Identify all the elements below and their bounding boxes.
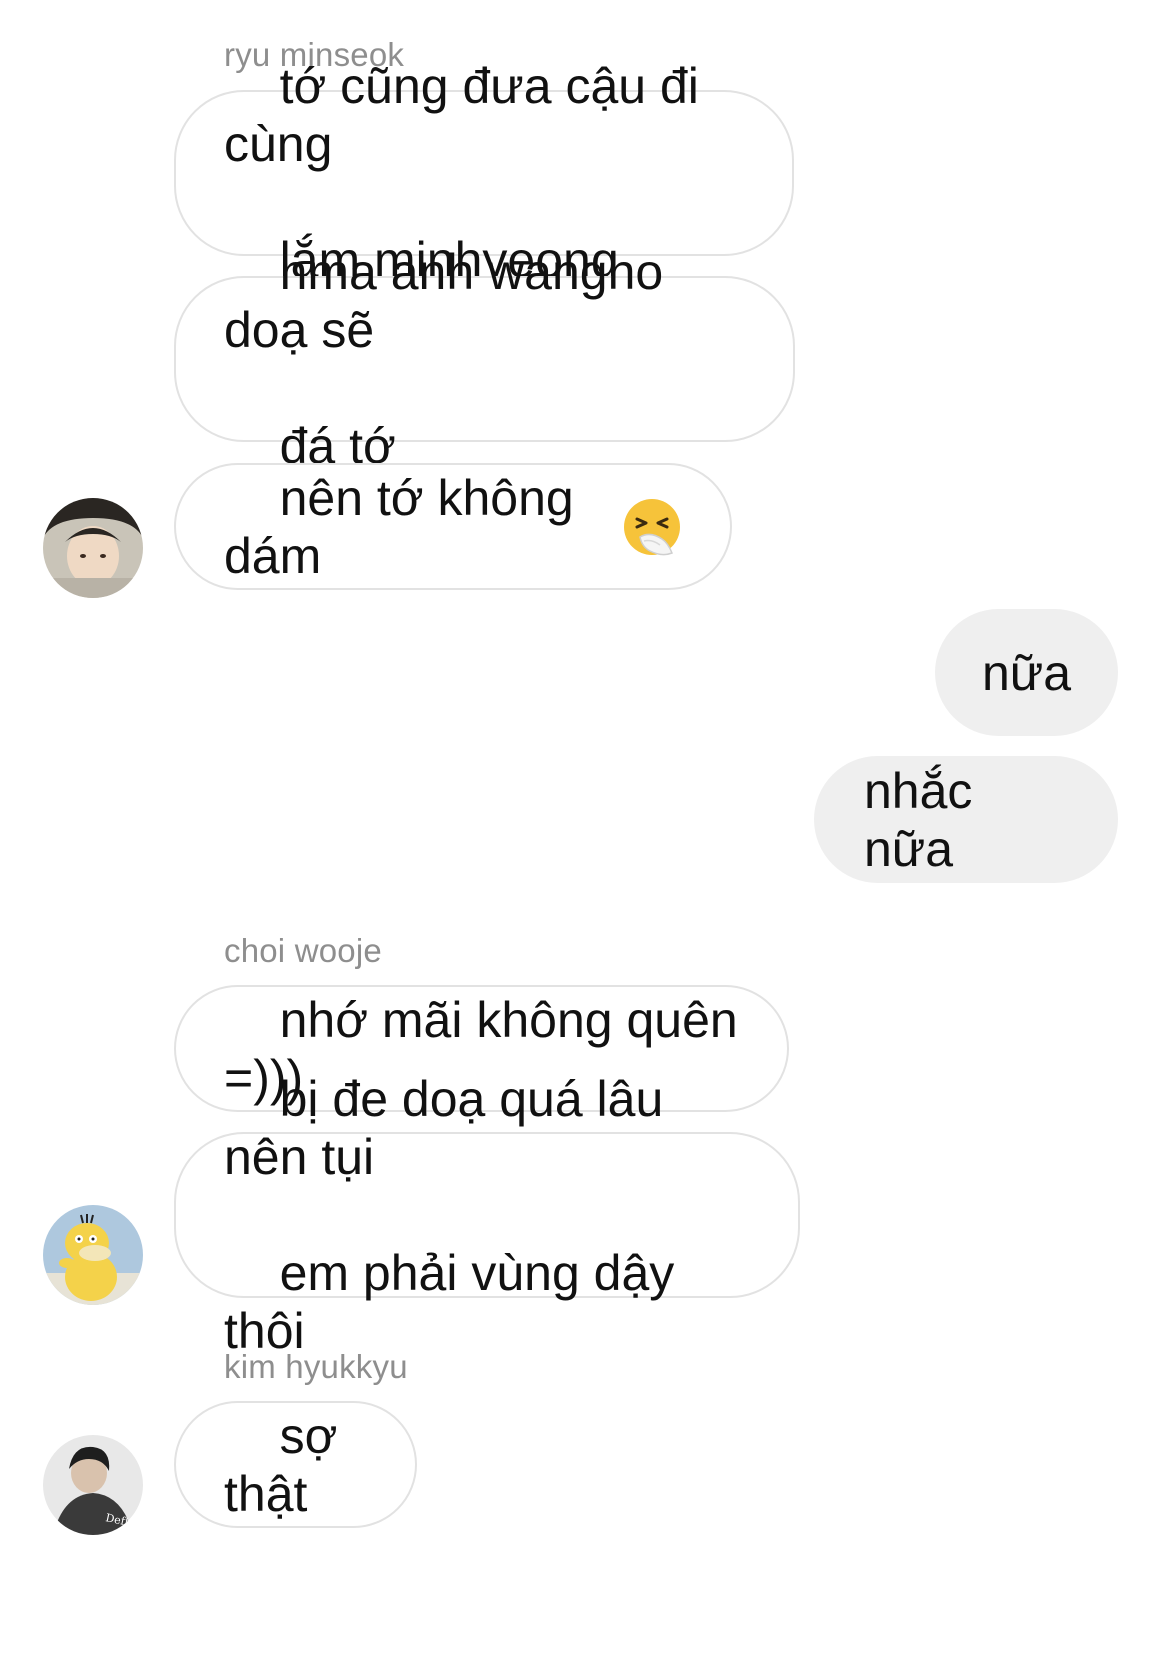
sneezing-face-emoji-icon — [622, 497, 682, 557]
message-text: nhắc nữa — [864, 762, 973, 877]
message-line: em phải vùng dậy thôi — [224, 1245, 689, 1359]
message-bubble-outgoing[interactable]: nhắc nữa — [814, 756, 1118, 883]
message-text: nữa — [981, 644, 1072, 701]
avatar-ryu-minseok[interactable] — [43, 498, 143, 598]
message-bubble-incoming[interactable]: nên tớ không dám — [174, 463, 732, 590]
message-line: nên tớ không dám — [224, 469, 588, 584]
message-bubble-incoming[interactable]: sợ thật — [174, 1401, 417, 1528]
avatar-photo-icon — [43, 498, 143, 598]
message-line: tớ cũng đưa cậu đi cùng — [224, 58, 713, 172]
avatar-choi-wooje[interactable] — [43, 1205, 143, 1305]
message-line: sợ thật — [224, 1407, 352, 1522]
message-line: nma anh wangho doạ sẽ — [224, 244, 678, 358]
message-bubble-outgoing[interactable]: nữa — [935, 609, 1118, 736]
psyduck-avatar-icon — [43, 1205, 143, 1305]
deft-avatar-icon: Deft — [43, 1435, 143, 1535]
avatar-kim-hyukkyu[interactable]: Deft — [43, 1435, 143, 1535]
message-line: bị đe doạ quá lâu nên tụi — [224, 1071, 678, 1185]
message-bubble-incoming[interactable]: bị đe doạ quá lâu nên tụi em phải vùng d… — [174, 1071, 800, 1359]
